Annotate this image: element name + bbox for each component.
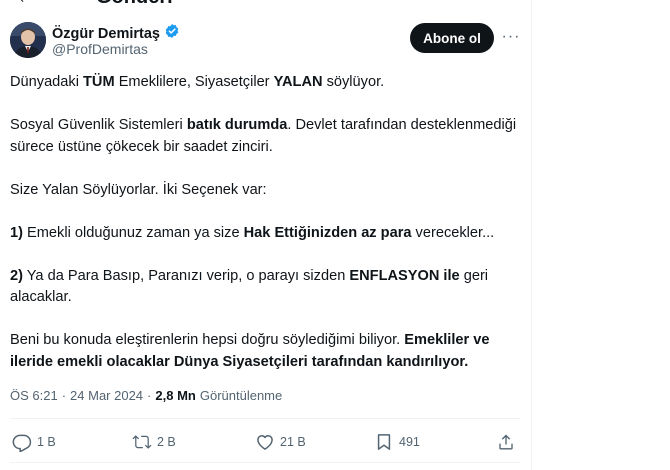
- tweet-paragraph-6: Beni bu konuda eleştirenlerin hepsi doğr…: [10, 332, 490, 370]
- column-divider: [531, 0, 532, 470]
- divider-bottom: [10, 462, 520, 463]
- tweet-meta: ÖS 6:21 · 24 Mar 2024 · 2,8 Mn Görüntüle…: [10, 388, 283, 403]
- views-count: 2,8 Mn: [155, 388, 196, 403]
- page-title: Gönderi: [96, 0, 173, 9]
- tweet-paragraph-4: 1) Emekli olduğunuz zaman ya size Hak Et…: [10, 224, 495, 241]
- divider: [10, 418, 520, 419]
- more-options-icon[interactable]: ···: [500, 26, 522, 48]
- share-button[interactable]: [496, 428, 516, 456]
- tweet-text: Dünyadaki TÜM Emeklilere, Siyasetçiler Y…: [10, 72, 522, 373]
- avatar[interactable]: [10, 22, 46, 58]
- tweet-header: Özgür Demirtaş @ProfDemirtas Abone ol ··…: [10, 22, 520, 62]
- arrow-left-icon[interactable]: ←: [16, 0, 36, 9]
- share-icon: [499, 434, 513, 450]
- like-count: 21 B: [280, 435, 306, 449]
- reply-button[interactable]: 1 B: [12, 428, 56, 456]
- repost-icon: [132, 435, 152, 449]
- action-bar: 1 B 2 B 21 B 491: [10, 428, 520, 456]
- tweet-time[interactable]: ÖS 6:21: [10, 388, 58, 403]
- top-bar: ← Gönderi: [0, 0, 531, 8]
- follow-button[interactable]: Abone ol: [410, 23, 494, 53]
- reply-count: 1 B: [37, 435, 56, 449]
- repost-count: 2 B: [157, 435, 176, 449]
- like-button[interactable]: 21 B: [255, 428, 306, 456]
- bookmark-count: 491: [399, 435, 420, 449]
- author-name[interactable]: Özgür Demirtaş: [52, 26, 160, 42]
- reply-icon: [12, 434, 32, 452]
- heart-icon: [257, 435, 273, 450]
- verified-badge-icon: [164, 23, 180, 44]
- views-label: Görüntülenme: [199, 388, 283, 403]
- tweet-paragraph-2: Sosyal Güvenlik Sistemleri batık durumda…: [10, 117, 517, 155]
- author-handle[interactable]: @ProfDemirtas: [52, 41, 148, 57]
- bookmark-button[interactable]: 491: [374, 428, 420, 456]
- bookmark-icon: [377, 434, 391, 450]
- tweet-date[interactable]: 24 Mar 2024: [70, 388, 143, 403]
- tweet-paragraph-1: Dünyadaki TÜM Emeklilere, Siyasetçiler Y…: [10, 74, 385, 90]
- tweet-paragraph-5: 2) Ya da Para Basıp, Paranızı verip, o p…: [10, 267, 489, 306]
- tweet-paragraph-3: Size Yalan Söylüyorlar. İki Seçenek var:: [10, 181, 267, 198]
- repost-button[interactable]: 2 B: [132, 428, 176, 456]
